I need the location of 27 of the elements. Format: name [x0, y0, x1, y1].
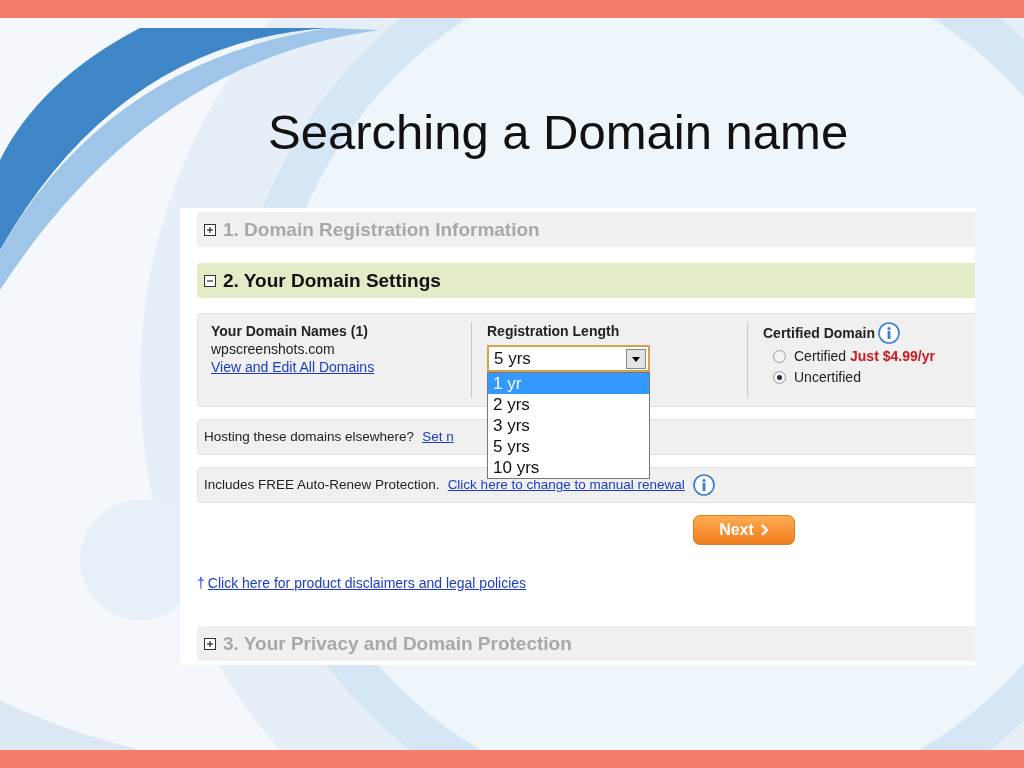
section-header[interactable]: 2. Your Domain Settings — [197, 263, 975, 298]
expand-icon[interactable] — [204, 223, 216, 236]
dagger-mark: † — [197, 575, 205, 591]
dropdown-option[interactable]: 3 yrs — [488, 415, 649, 436]
expand-icon[interactable] — [204, 637, 216, 650]
collapse-icon[interactable] — [204, 274, 216, 287]
column-heading: Your Domain Names (1) — [211, 322, 369, 340]
radio-button[interactable] — [773, 370, 786, 384]
info-icon[interactable] — [878, 322, 900, 344]
radio-label: Uncertified — [794, 368, 861, 386]
slide-title: Searching a Domain name — [268, 104, 850, 161]
dropdown-option[interactable]: 2 yrs — [488, 394, 649, 415]
renewal-text: Includes FREE Auto-Renew Protection. — [204, 476, 440, 494]
info-icon[interactable] — [692, 474, 715, 496]
radio-button[interactable] — [773, 349, 786, 363]
dropdown-option[interactable]: 10 yrs — [488, 457, 649, 478]
chevron-icon — [759, 524, 769, 536]
manual-renewal-link[interactable]: Click here to change to manual renewal — [447, 476, 685, 494]
column-heading: Registration Length — [487, 322, 621, 340]
dropdown-option[interactable]: 5 yrs — [488, 436, 649, 457]
domain-name: wpscreenshots.com — [211, 340, 336, 358]
hosting-text: Hosting these domains elsewhere? — [204, 428, 415, 446]
radio-label: Certified Just $4.99/yr — [794, 347, 935, 365]
hosting-link[interactable]: Set n — [422, 428, 454, 446]
disclaimer-link[interactable]: Click here for product disclaimers and legal policies — [207, 574, 527, 592]
column-heading: Certified Domain — [763, 324, 875, 342]
view-domains-link[interactable]: View and Edit All Domains — [211, 358, 471, 376]
